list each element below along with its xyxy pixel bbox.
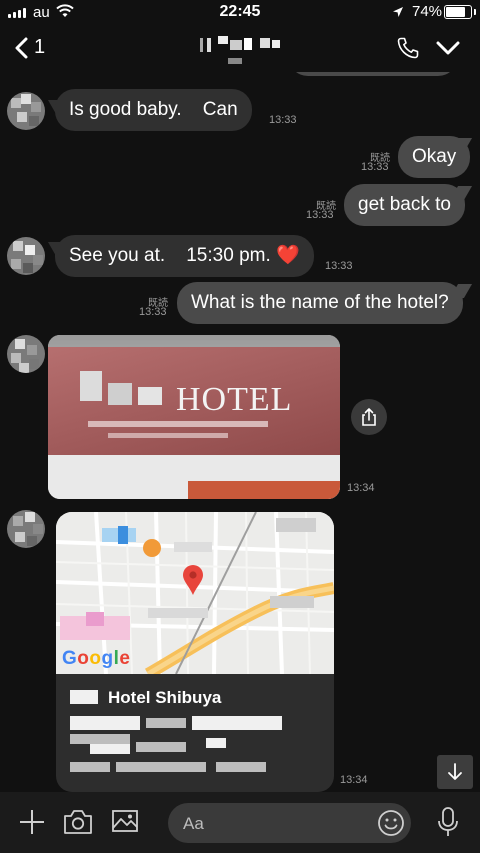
call-button[interactable] xyxy=(396,36,420,65)
microphone-icon xyxy=(438,807,458,836)
message-bubble-outgoing[interactable]: get back to xyxy=(344,184,465,226)
avatar[interactable] xyxy=(7,335,45,373)
battery-percent: 74% xyxy=(412,3,443,20)
photo-message[interactable]: HOTEL xyxy=(48,335,340,499)
emoji-button[interactable] xyxy=(377,809,405,842)
share-button[interactable] xyxy=(351,399,387,435)
message-input[interactable]: Aa xyxy=(168,803,411,843)
chevron-down-icon xyxy=(436,41,460,55)
back-button[interactable]: 1 xyxy=(14,36,45,59)
menu-toggle-button[interactable] xyxy=(436,40,460,61)
location-message[interactable]: Google Hotel Shibuya xyxy=(56,512,334,792)
avatar[interactable] xyxy=(7,92,45,130)
message-bubble-outgoing[interactable]: What is the name of the hotel? xyxy=(177,282,463,324)
hotel-name: Hotel Shibuya xyxy=(108,688,222,707)
map-preview[interactable]: Google xyxy=(56,512,334,680)
message-input-placeholder: Aa xyxy=(183,814,204,833)
camera-icon xyxy=(64,810,92,834)
clock: 22:45 xyxy=(219,3,261,20)
chevron-left-icon xyxy=(15,37,28,58)
camera-button[interactable] xyxy=(63,808,93,841)
message-time: 13:33 xyxy=(325,260,353,272)
redacted-address xyxy=(70,716,140,730)
add-button[interactable] xyxy=(18,808,46,841)
message-time: 13:33 xyxy=(361,161,389,173)
message-list[interactable]: Is good baby. Can 13:33 既読 13:33 Okay 既読… xyxy=(0,72,480,792)
voice-button[interactable] xyxy=(436,806,460,843)
chat-header: 1 xyxy=(0,26,480,72)
message-input-bar: Aa xyxy=(0,792,480,853)
previous-message-clipped xyxy=(288,72,458,76)
message-time: 13:33 xyxy=(269,114,297,126)
smiley-icon xyxy=(378,810,404,836)
status-bar: au 22:45 74% xyxy=(0,0,480,26)
plus-icon xyxy=(20,810,44,834)
gallery-button[interactable] xyxy=(111,808,139,839)
message-time: 13:34 xyxy=(347,482,375,494)
avatar[interactable] xyxy=(7,510,45,548)
message-time: 13:33 xyxy=(139,306,167,318)
location-arrow-icon xyxy=(392,5,404,23)
avatar[interactable] xyxy=(7,237,45,275)
message-time: 13:33 xyxy=(306,209,334,221)
phone-icon xyxy=(397,37,419,59)
chat-title-redacted xyxy=(200,36,282,64)
message-bubble-incoming[interactable]: See you at. 15:30 pm. ❤️ xyxy=(55,235,314,277)
unread-count: 1 xyxy=(34,36,46,58)
sign-text: HOTEL xyxy=(176,381,293,418)
battery-icon xyxy=(444,5,476,19)
share-icon xyxy=(362,408,376,426)
map-pin-icon xyxy=(183,565,203,595)
redacted-text xyxy=(70,690,98,704)
message-bubble-incoming[interactable]: Is good baby. Can xyxy=(55,89,252,131)
google-logo: Google xyxy=(62,648,131,669)
image-icon xyxy=(112,810,138,832)
message-time: 13:34 xyxy=(340,774,368,786)
scroll-to-bottom-button[interactable] xyxy=(437,755,473,789)
arrow-down-icon xyxy=(448,763,462,780)
